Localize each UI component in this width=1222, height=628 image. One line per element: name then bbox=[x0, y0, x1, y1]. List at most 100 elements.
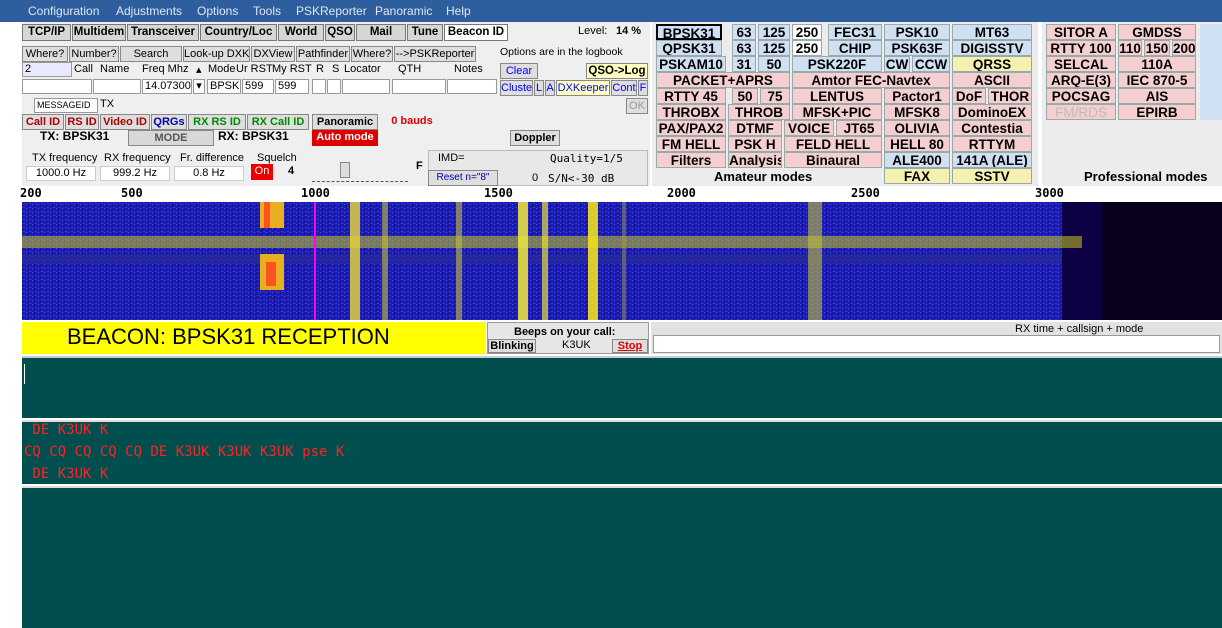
menu-configuration[interactable]: Configuration bbox=[28, 4, 99, 18]
mode-olivia[interactable]: OLIVIA bbox=[884, 120, 950, 136]
lookup-dxk-button[interactable]: Look-up DXK bbox=[183, 46, 250, 62]
qso-button[interactable]: QSO bbox=[325, 24, 355, 41]
chevron-down-icon[interactable]: ▾ bbox=[193, 79, 205, 94]
mode-rtty200[interactable]: 200 bbox=[1172, 40, 1196, 56]
mode-throbx[interactable]: THROBX bbox=[656, 104, 726, 120]
mode-digisstv[interactable]: DIGISSTV bbox=[952, 40, 1032, 56]
tcpip-button[interactable]: TCP/IP bbox=[22, 24, 71, 41]
mode-fec31[interactable]: FEC31 bbox=[828, 24, 882, 40]
squelch-slider[interactable] bbox=[312, 158, 408, 182]
search-button[interactable]: Search bbox=[120, 46, 182, 62]
mail-button[interactable]: Mail bbox=[356, 24, 406, 41]
mode-mt63[interactable]: MT63 bbox=[952, 24, 1032, 40]
mode-pactor1[interactable]: Pactor1 bbox=[884, 88, 950, 104]
mode-pskam31[interactable]: 31 bbox=[732, 56, 756, 72]
mode-hell80[interactable]: HELL 80 bbox=[884, 136, 950, 152]
mode-rtty50[interactable]: 50 bbox=[732, 88, 758, 104]
mode-epirb[interactable]: EPIRB bbox=[1118, 104, 1196, 120]
dxkeeper-button[interactable]: DXKeeper bbox=[556, 80, 610, 96]
mode-ais[interactable]: AIS bbox=[1118, 88, 1196, 104]
mode-ascii[interactable]: ASCII bbox=[952, 72, 1032, 88]
squelch-on-button[interactable]: On bbox=[251, 164, 273, 180]
slider-thumb[interactable] bbox=[340, 162, 350, 178]
mode-fm-rds[interactable]: FM/RDS bbox=[1046, 104, 1116, 120]
mode-pskam10[interactable]: PSKAM10 bbox=[656, 56, 726, 72]
call-id-button[interactable]: Call ID bbox=[22, 114, 64, 130]
ur-rst-field[interactable]: 599 bbox=[242, 79, 274, 94]
mode-gmdss[interactable]: GMDSS bbox=[1118, 24, 1196, 40]
mode-bpsk250[interactable]: 250 bbox=[792, 24, 822, 40]
mode-pskam50[interactable]: 50 bbox=[758, 56, 790, 72]
chevron-up-icon[interactable]: ▴ bbox=[196, 63, 202, 76]
mode-fax[interactable]: FAX bbox=[884, 168, 950, 184]
menu-adjustments[interactable]: Adjustments bbox=[116, 4, 182, 18]
pathfinder-button[interactable]: Pathfinder bbox=[296, 46, 350, 62]
mode-sstv[interactable]: SSTV bbox=[952, 168, 1032, 184]
mode-ccw[interactable]: CCW bbox=[912, 56, 950, 72]
qso-to-log-button[interactable]: QSO->Log bbox=[586, 63, 648, 79]
mode-selcal[interactable]: SELCAL bbox=[1046, 56, 1116, 72]
mode-bpsk63[interactable]: 63 bbox=[732, 24, 756, 40]
s-field[interactable] bbox=[327, 79, 341, 94]
mode-pax[interactable]: PAX/PAX2 bbox=[656, 120, 726, 136]
menu-tools[interactable]: Tools bbox=[253, 4, 281, 18]
number-button[interactable]: Number? bbox=[69, 46, 119, 62]
frequency-ruler[interactable]: 200 500 1000 1500 2000 2500 3000 bbox=[20, 186, 1222, 202]
mode-rtty45[interactable]: RTTY 45 bbox=[656, 88, 726, 104]
waterfall-display[interactable] bbox=[22, 202, 1222, 320]
mode-psk10[interactable]: PSK10 bbox=[884, 24, 950, 40]
clear-button[interactable]: Clear bbox=[500, 63, 538, 79]
tx-text-area[interactable] bbox=[22, 356, 1222, 418]
my-rst-field[interactable]: 599 bbox=[275, 79, 309, 94]
beacon-id-button[interactable]: Beacon ID bbox=[444, 24, 508, 41]
mode-rtty100[interactable]: RTTY 100 bbox=[1046, 40, 1116, 56]
cluster-button[interactable]: Cluster bbox=[500, 80, 533, 96]
mode-dof[interactable]: DoF bbox=[952, 88, 986, 104]
analysis-button[interactable]: Analysis bbox=[728, 152, 782, 168]
mode-qrss[interactable]: QRSS bbox=[952, 56, 1032, 72]
mode-cw[interactable]: CW bbox=[884, 56, 910, 72]
mode-dominoex[interactable]: DominoEX bbox=[952, 104, 1032, 120]
mode-voice[interactable]: VOICE bbox=[784, 120, 834, 136]
mode-sitor-a[interactable]: SITOR A bbox=[1046, 24, 1116, 40]
qso-counter[interactable]: 2 bbox=[22, 62, 72, 77]
mode-rtty150[interactable]: 150 bbox=[1144, 40, 1170, 56]
panoramic-button[interactable]: Panoramic bbox=[312, 114, 378, 130]
mode-throb[interactable]: THROB bbox=[728, 104, 790, 120]
qth-field[interactable] bbox=[392, 79, 446, 94]
video-id-button[interactable]: Video ID bbox=[100, 114, 150, 130]
mode-dtmf[interactable]: DTMF bbox=[728, 120, 782, 136]
country-loc-button[interactable]: Country/Loc bbox=[200, 24, 277, 41]
mode-ale400[interactable]: ALE400 bbox=[884, 152, 950, 168]
tune-button[interactable]: Tune bbox=[407, 24, 443, 41]
mode-mfsk8[interactable]: MFSK8 bbox=[884, 104, 950, 120]
blinking-button[interactable]: Blinking bbox=[488, 339, 536, 353]
messageid-field[interactable]: MESSAGEID bbox=[34, 98, 98, 113]
freq-field[interactable]: 14.07300 bbox=[142, 79, 192, 94]
a-button[interactable]: A bbox=[545, 80, 555, 96]
mode-contestia[interactable]: Contestia bbox=[952, 120, 1032, 136]
menu-options[interactable]: Options bbox=[197, 4, 238, 18]
mode-rtty75[interactable]: 75 bbox=[760, 88, 790, 104]
mode-thor[interactable]: THOR bbox=[988, 88, 1032, 104]
mode-psk-h[interactable]: PSK H bbox=[728, 136, 782, 152]
cont-button[interactable]: Cont bbox=[611, 80, 637, 96]
menu-help[interactable]: Help bbox=[446, 4, 471, 18]
mode-qpsk125[interactable]: 125 bbox=[758, 40, 790, 56]
dxview-button[interactable]: DXView bbox=[251, 46, 295, 62]
binaural-button[interactable]: Binaural bbox=[784, 152, 882, 168]
name-field[interactable] bbox=[93, 79, 141, 94]
mode-jt65[interactable]: JT65 bbox=[836, 120, 882, 136]
world-button[interactable]: World bbox=[278, 24, 324, 41]
mode-rttym[interactable]: RTTYM bbox=[952, 136, 1032, 152]
mode-bpsk125[interactable]: 125 bbox=[758, 24, 790, 40]
doppler-button[interactable]: Doppler bbox=[510, 130, 560, 146]
mode-psk220f[interactable]: PSK220F bbox=[792, 56, 882, 72]
reset-button[interactable]: Reset n="8" bbox=[428, 170, 498, 186]
mode-110a[interactable]: 110A bbox=[1118, 56, 1196, 72]
menu-panoramic[interactable]: Panoramic bbox=[375, 4, 432, 18]
rx-rs-id-button[interactable]: RX RS ID bbox=[188, 114, 246, 130]
mode-field[interactable]: BPSK bbox=[207, 79, 241, 94]
mode-mfsk-pic[interactable]: MFSK+PIC bbox=[792, 104, 882, 120]
mode-arq-e3[interactable]: ARQ-E(3) bbox=[1046, 72, 1116, 88]
